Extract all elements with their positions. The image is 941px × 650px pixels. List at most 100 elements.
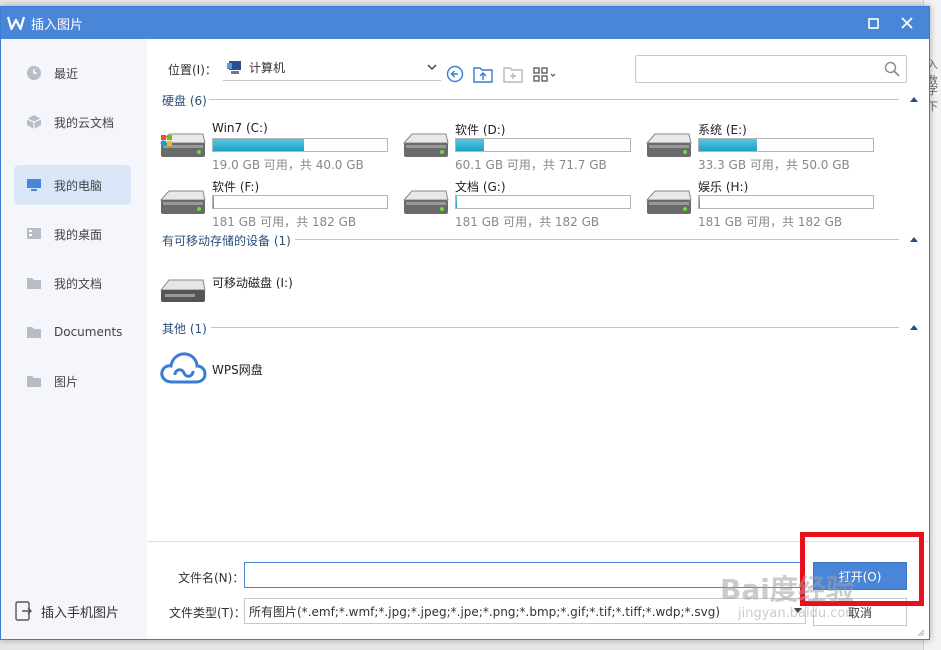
drive-name: 娱乐 (H:) [698,180,749,194]
wps-cloud-name: WPS网盘 [212,363,263,377]
drive-capacity: 33.3 GB 可用，共 50.0 GB [698,158,850,172]
removable-disk-item[interactable]: 可移动磁盘 (I:) [159,274,395,314]
sidebar-item-documents[interactable]: Documents [14,312,131,352]
computer-icon [26,177,42,193]
filetype-value: 所有图片(*.emf;*.wmf;*.jpg;*.jpeg;*.jpe;*.pn… [249,604,721,619]
insert-picture-dialog: 插入图片 最近 我的云文档 我的电脑 我的桌面 我的文档 Documents 图… [0,6,930,640]
drive-name: 文档 (G:) [455,180,506,194]
drive-usage-bar [212,195,388,209]
insert-phone-picture-button[interactable]: 插入手机图片 [15,601,119,621]
drive-usage-fill [456,196,457,208]
removable-disk-name: 可移动磁盘 (I:) [212,276,293,290]
drive-usage-bar [455,195,631,209]
drive-name: 软件 (D:) [455,123,506,137]
search-icon[interactable] [884,61,900,77]
drive-usage-fill [456,139,485,151]
drive-item[interactable]: 软件 (F:) 181 GB 可用，共 182 GB [159,178,395,229]
maximize-button[interactable] [863,13,883,33]
search-input[interactable] [635,55,907,83]
sidebar-item-label: 我的桌面 [54,227,103,242]
drive-usage-fill [699,139,758,151]
close-icon [901,17,913,29]
collapse-up-icon[interactable] [909,235,919,243]
drive-usage-bar [455,138,631,152]
sidebar-item-label: 我的文档 [54,276,103,291]
drive-usage-bar [212,138,388,152]
drive-item[interactable]: 文档 (G:) 181 GB 可用，共 182 GB [402,178,638,229]
group-header-other[interactable]: 其他 (1) [162,320,207,337]
close-button[interactable] [897,13,917,33]
removable-disk-icon [159,279,206,302]
sidebar-item-cloud-docs[interactable]: 我的云文档 [14,102,131,142]
sidebar-item-label: 最近 [54,66,79,81]
sidebar-item-label: Documents [54,325,123,339]
computer-icon [227,60,241,74]
drive-item[interactable]: 系统 (E:) 33.3 GB 可用，共 50.0 GB [645,121,881,172]
filename-input[interactable] [244,562,802,588]
drive-usage-bar [698,138,874,152]
drive-capacity: 181 GB 可用，共 182 GB [698,215,843,229]
sidebar-item-label: 我的云文档 [54,115,115,130]
group-header-removable[interactable]: 有可移动存储的设备 (1) [162,232,291,249]
location-combobox[interactable]: 计算机 [223,55,441,81]
wps-cloud-icon [160,352,207,384]
group-title: 其他 (1) [162,322,207,336]
watermark-brand: Bai度经验 [720,573,854,606]
drive-item[interactable]: Win7 (C:) 19.0 GB 可用，共 40.0 GB [159,121,395,172]
group-header-disks[interactable]: 硬盘 (6) [162,92,207,109]
sidebar-item-label: 图片 [54,374,79,389]
cloud-doc-icon [26,114,42,130]
wps-cloud-item[interactable]: WPS网盘 [159,349,395,389]
sidebar-item-label: 我的电脑 [54,178,103,193]
file-browser-content: 硬盘 (6) Win7 (C:) 19.0 GB 可用，共 40.0 GB 软件 (… [147,89,929,541]
collapse-up-icon[interactable] [909,95,919,103]
resize-grip-icon[interactable] [915,627,925,637]
phone-upload-icon [15,601,32,621]
hard-disk-icon [645,133,692,157]
filetype-label: 文件类型(T)： [169,606,246,620]
sidebar-item-recent[interactable]: 最近 [14,53,131,93]
drive-capacity: 60.1 GB 可用，共 71.7 GB [455,158,607,172]
drive-usage-fill [699,196,700,208]
location-value: 计算机 [249,61,286,75]
drive-item[interactable]: 娱乐 (H:) 181 GB 可用，共 182 GB [645,178,881,229]
drive-name: 系统 (E:) [698,123,747,137]
drive-usage-fill [213,139,305,151]
group-title: 有可移动存储的设备 (1) [162,234,291,248]
hard-disk-icon [402,190,449,214]
dialog-title: 插入图片 [31,17,84,33]
sidebar-item-my-desktop[interactable]: 我的桌面 [14,214,131,254]
new-folder-icon[interactable] [503,65,523,83]
sidebar-item-my-documents[interactable]: 我的文档 [14,263,131,303]
chevron-down-icon[interactable] [425,60,439,74]
drive-usage-fill [213,196,214,208]
sidebar-item-my-computer[interactable]: 我的电脑 [14,165,131,205]
wps-logo-icon [7,16,25,31]
drive-usage-bar [698,195,874,209]
sidebar: 最近 我的云文档 我的电脑 我的桌面 我的文档 Documents 图片 插入手… [1,39,147,639]
desktop-icon [26,226,42,242]
folder-icon [26,373,42,389]
insert-phone-picture-label: 插入手机图片 [41,605,120,621]
hard-disk-icon [159,190,206,214]
title-bar[interactable]: 插入图片 [1,7,929,39]
up-folder-icon[interactable] [473,65,493,83]
hard-disk-icon [645,190,692,214]
sidebar-item-pictures[interactable]: 图片 [14,361,131,401]
group-divider [209,99,899,100]
watermark-url: jingyan.baidu.com [738,606,858,621]
drive-capacity: 181 GB 可用，共 182 GB [455,215,600,229]
drive-name: Win7 (C:) [212,121,268,135]
hard-disk-icon [159,133,206,157]
collapse-up-icon[interactable] [909,323,919,331]
drive-name: 软件 (F:) [212,180,260,194]
drive-capacity: 181 GB 可用，共 182 GB [212,215,357,229]
group-title: 硬盘 (6) [162,94,207,108]
folder-icon [26,324,42,340]
drive-item[interactable]: 软件 (D:) 60.1 GB 可用，共 71.7 GB [402,121,638,172]
folder-icon [26,275,42,291]
back-icon[interactable] [445,65,465,83]
maximize-icon [867,17,879,29]
hard-disk-icon [402,133,449,157]
view-mode-icon[interactable] [533,65,559,83]
